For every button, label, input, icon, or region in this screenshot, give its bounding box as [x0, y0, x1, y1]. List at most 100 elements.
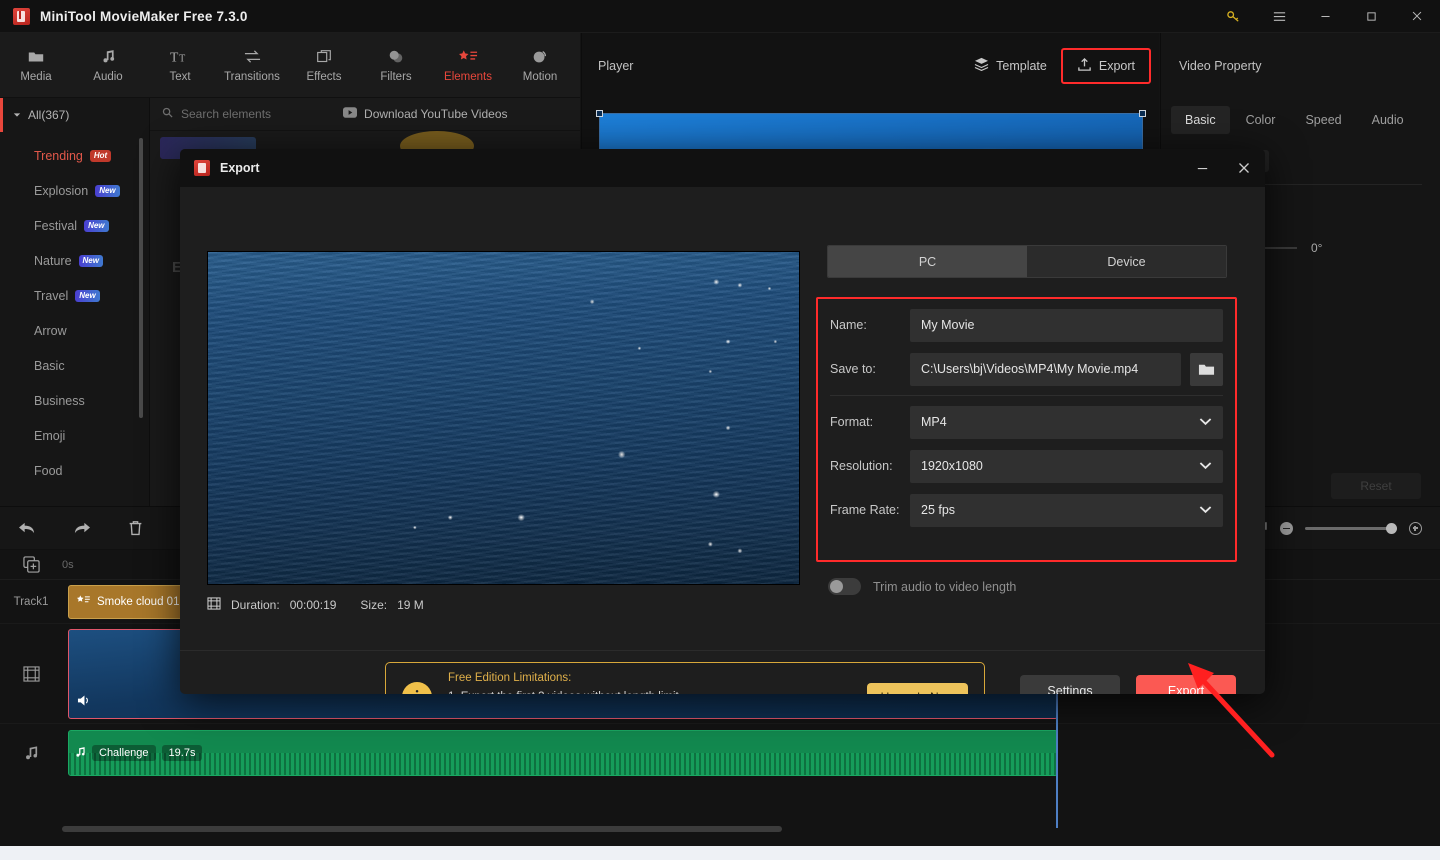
toolbar-item-effects[interactable]: Effects: [288, 47, 360, 83]
download-youtube-button[interactable]: Download YouTube Videos: [343, 107, 508, 121]
toolbar-item-audio[interactable]: Audio: [72, 47, 144, 83]
svg-text:T: T: [179, 53, 185, 64]
search-input[interactable]: Search elements: [150, 107, 271, 121]
template-button[interactable]: Template: [964, 49, 1057, 82]
app-logo-icon: [194, 160, 210, 176]
minimize-icon[interactable]: [1181, 149, 1223, 187]
undo-icon[interactable]: [0, 506, 54, 550]
tab-speed[interactable]: Speed: [1291, 106, 1355, 134]
audio-track-icon: [0, 724, 62, 782]
toolbar-label: Elements: [444, 71, 492, 83]
zoom-in-icon[interactable]: [1409, 521, 1422, 535]
rotation-value: 0°: [1311, 241, 1323, 255]
category-item-nature[interactable]: Nature New: [0, 243, 149, 278]
resolution-select[interactable]: 1920x1080: [910, 449, 1223, 483]
add-media-icon[interactable]: [0, 556, 62, 573]
toolbar-item-filters[interactable]: Filters: [360, 47, 432, 83]
toolbar-item-text[interactable]: TT Text: [144, 47, 216, 83]
save-to-input[interactable]: C:\Users\bj\Videos\MP4\My Movie.mp4: [910, 352, 1181, 386]
category-label: Emoji: [34, 428, 66, 443]
name-input[interactable]: My Movie: [910, 308, 1223, 342]
timeline-clip-audio[interactable]: Challenge 19.7s: [68, 730, 1058, 776]
speaker-icon[interactable]: [77, 694, 91, 712]
toolbar-item-motion[interactable]: Motion: [504, 47, 576, 83]
category-label: Festival: [34, 218, 78, 233]
toolbar-label: Motion: [522, 71, 558, 83]
size-label: Size:: [360, 598, 388, 612]
frame-rate-select[interactable]: 25 fps: [910, 493, 1223, 527]
category-item-festival[interactable]: Festival New: [0, 208, 149, 243]
tab-color[interactable]: Color: [1232, 106, 1290, 134]
category-item-emoji[interactable]: Emoji: [0, 418, 149, 453]
main-toolbar: Media Audio TT Text Transitions Effects: [0, 33, 580, 98]
trim-audio-toggle[interactable]: [828, 578, 861, 595]
property-tabs: Basic Color Speed Audio: [1161, 98, 1440, 142]
settings-button[interactable]: Settings: [1020, 675, 1120, 694]
chevron-down-icon: [1199, 503, 1212, 517]
timeline-delete-icon[interactable]: [108, 506, 162, 550]
tab-device[interactable]: Device: [1027, 246, 1226, 277]
key-icon[interactable]: [1210, 0, 1256, 33]
zoom-slider[interactable]: [1305, 522, 1397, 534]
category-item-business[interactable]: Business: [0, 383, 149, 418]
export-confirm-button[interactable]: Export: [1136, 675, 1236, 694]
category-item-trending[interactable]: Trending Hot: [0, 138, 149, 173]
field-resolution-label: Resolution:: [830, 459, 893, 473]
tab-basic[interactable]: Basic: [1171, 106, 1230, 134]
format-select[interactable]: MP4: [910, 405, 1223, 439]
duration-label: Duration:: [231, 598, 280, 612]
category-item-food[interactable]: Food: [0, 453, 149, 488]
field-format-label: Format:: [830, 415, 874, 429]
toolbar-item-media[interactable]: Media: [0, 47, 72, 83]
export-button-toolbar[interactable]: Export: [1060, 47, 1151, 84]
tab-pc[interactable]: PC: [828, 246, 1027, 277]
player-actions: Template Export: [964, 47, 1151, 84]
category-label: Trending: [34, 148, 83, 163]
app-window: MiniTool MovieMaker Free 7.3.0 Media Aud…: [0, 0, 1440, 860]
minimize-icon[interactable]: [1302, 0, 1348, 33]
trim-audio-row: Trim audio to video length: [828, 578, 1016, 595]
category-sidebar: All(367) Trending Hot Explosion New Fest…: [0, 98, 150, 506]
tab-audio[interactable]: Audio: [1358, 106, 1418, 134]
download-youtube-label: Download YouTube Videos: [364, 107, 508, 121]
badge-new: New: [78, 254, 103, 267]
timeline-clip-element-label: Smoke cloud 01: [97, 596, 180, 608]
category-label: Food: [34, 463, 63, 478]
category-all[interactable]: All(367): [0, 98, 149, 132]
export-settings-form: Name: My Movie Save to: C:\Users\bj\Vide…: [816, 297, 1237, 562]
track-row-audio: Challenge 19.7s: [0, 724, 1440, 782]
browse-folder-icon[interactable]: [1190, 352, 1223, 386]
maximize-icon[interactable]: [1348, 0, 1394, 33]
close-icon[interactable]: [1223, 149, 1265, 187]
toolbar-item-transitions[interactable]: Transitions: [216, 47, 288, 83]
elements-search-bar: Search elements Download YouTube Videos: [150, 98, 580, 131]
category-item-basic[interactable]: Basic: [0, 348, 149, 383]
category-item-explosion[interactable]: Explosion New: [0, 173, 149, 208]
export-dialog-actions: Settings Export: [1020, 675, 1236, 694]
window-controls: [1210, 0, 1440, 33]
youtube-icon: [343, 107, 358, 121]
export-dialog-body: Duration: 00:00:19 Size: 19 M PC Device …: [180, 187, 1265, 694]
toolbar-label: Transitions: [224, 71, 280, 83]
search-placeholder: Search elements: [181, 107, 272, 121]
category-item-travel[interactable]: Travel New: [0, 278, 149, 313]
upgrade-now-button[interactable]: Upgrade Now: [866, 683, 968, 694]
close-icon[interactable]: [1394, 0, 1440, 33]
menu-icon[interactable]: [1256, 0, 1302, 33]
category-list: Trending Hot Explosion New Festival New …: [0, 132, 149, 488]
timeline-hscrollbar[interactable]: [62, 826, 1440, 832]
field-format-row: Format: MP4: [830, 404, 1223, 440]
template-icon: [974, 57, 989, 74]
zoom-out-icon[interactable]: [1280, 521, 1293, 535]
dialog-footer-divider: [180, 650, 1265, 651]
toolbar-item-elements[interactable]: Elements: [432, 47, 504, 83]
redo-icon[interactable]: [54, 506, 108, 550]
category-scrollbar[interactable]: [139, 138, 143, 418]
folder-icon: [27, 47, 45, 66]
field-saveto-label: Save to:: [830, 362, 876, 376]
toolbar-label: Filters: [380, 71, 412, 83]
category-label: Business: [34, 393, 85, 408]
category-item-arrow[interactable]: Arrow: [0, 313, 149, 348]
reset-button[interactable]: Reset: [1331, 473, 1421, 499]
export-label: Export: [1098, 58, 1135, 73]
